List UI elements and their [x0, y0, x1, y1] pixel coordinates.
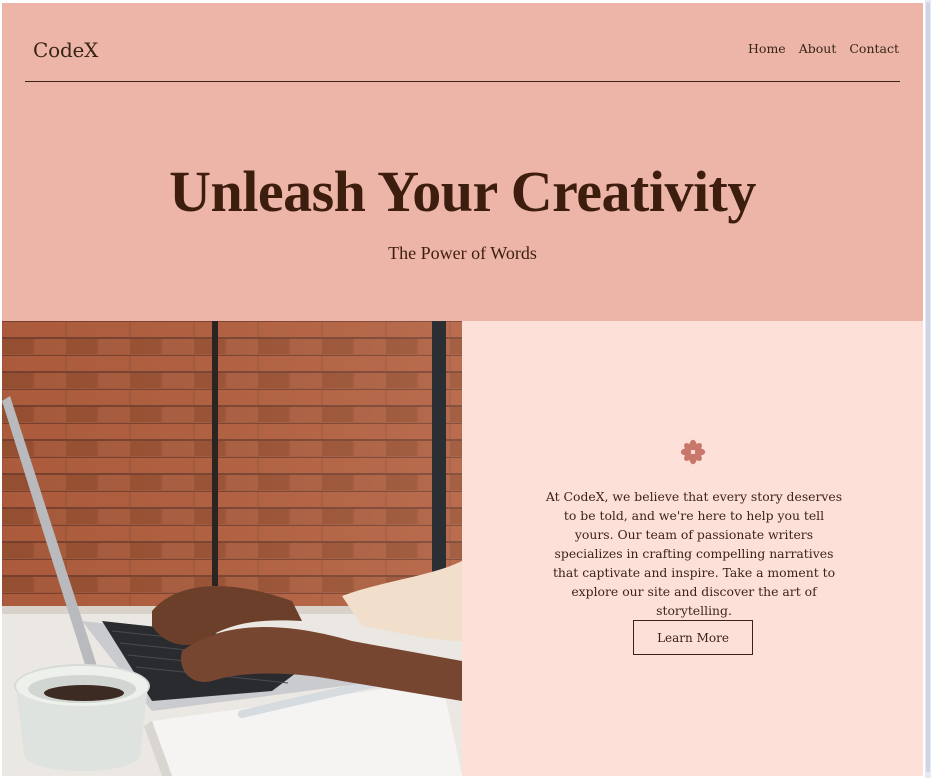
hero-title: Unleash Your Creativity — [169, 159, 756, 224]
scrollbar-thumb[interactable] — [926, 2, 930, 772]
laptop-coffee-photo — [2, 321, 462, 776]
about-text: At CodeX, we believe that every story de… — [545, 489, 843, 618]
about-panel: At CodeX, we believe that every story de… — [462, 321, 923, 776]
vertical-scrollbar[interactable] — [925, 0, 931, 778]
nav-home-link[interactable]: Home — [748, 41, 786, 56]
site-header: CodeX Home About Contact Unleash Your Cr… — [2, 3, 923, 321]
brand-logo[interactable]: CodeX — [33, 38, 98, 62]
header-divider — [25, 81, 900, 82]
learn-more-button[interactable]: Learn More — [633, 620, 753, 655]
main-nav: Home About Contact — [748, 41, 899, 56]
page: CodeX Home About Contact Unleash Your Cr… — [2, 3, 923, 776]
hero-subtitle: The Power of Words — [388, 243, 537, 263]
nav-contact-link[interactable]: Contact — [849, 41, 899, 56]
asterisk-flower-icon — [462, 439, 923, 469]
nav-about-link[interactable]: About — [799, 41, 837, 56]
